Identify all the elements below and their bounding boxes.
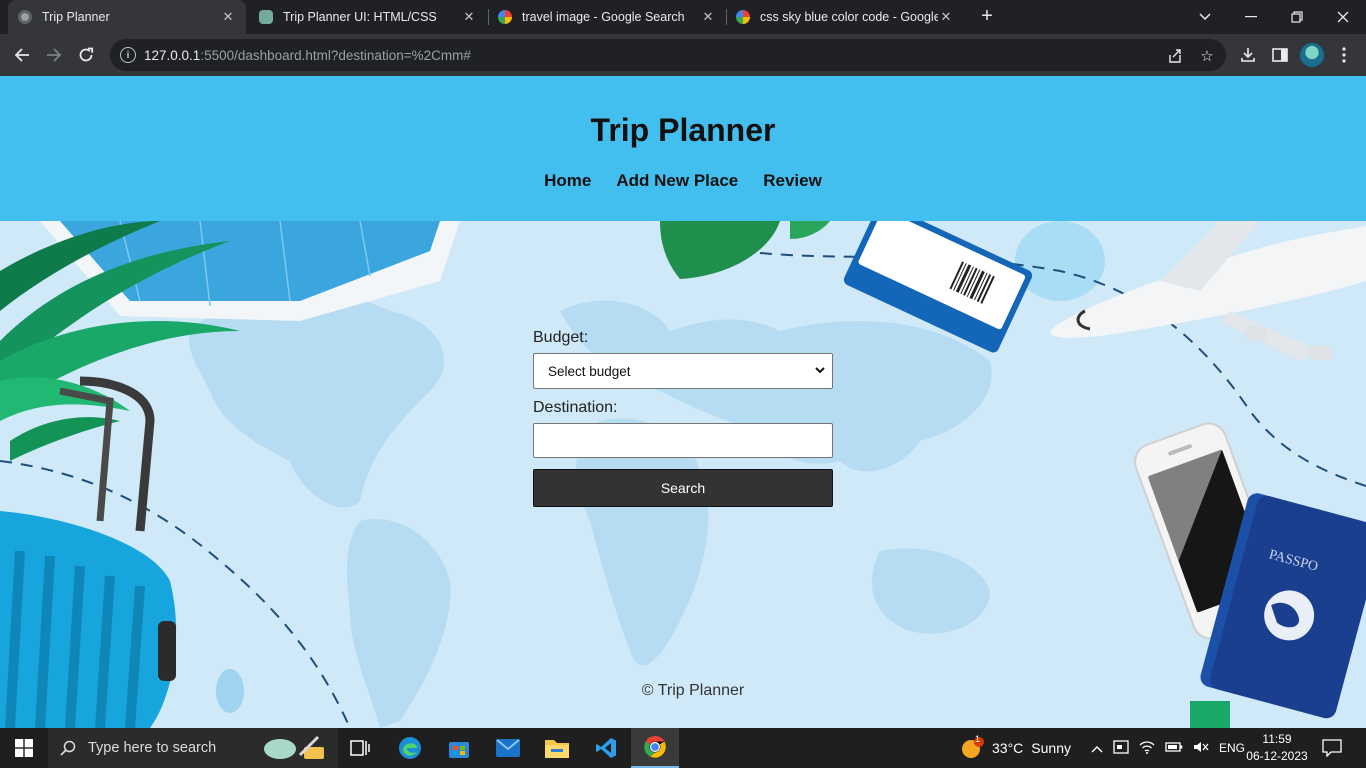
taskbar-search-box[interactable]: Type here to search	[48, 728, 338, 768]
close-tab-icon[interactable]: ✕	[461, 9, 477, 25]
meet-now-icon[interactable]	[1113, 739, 1129, 757]
bookmark-star-icon[interactable]: ☆	[1198, 47, 1216, 65]
profile-avatar[interactable]	[1300, 43, 1324, 67]
google-icon	[498, 10, 512, 24]
chevron-down-icon	[815, 367, 825, 374]
language-indicator[interactable]: ENG	[1219, 741, 1245, 755]
google-icon	[736, 10, 750, 24]
nav-home[interactable]: Home	[544, 171, 591, 191]
side-panel-icon[interactable]	[1269, 44, 1291, 66]
tab-title: css sky blue color code - Google	[760, 10, 938, 24]
url-host: 127.0.0.1	[144, 47, 201, 63]
mail-icon[interactable]	[484, 728, 532, 768]
budget-select-value: Select budget	[548, 363, 631, 379]
url-path: :5500/dashboard.html?destination=%2Cmm#	[200, 47, 471, 63]
microsoft-store-icon[interactable]	[435, 728, 483, 768]
windows-start-button[interactable]	[0, 728, 48, 768]
vscode-icon[interactable]	[582, 728, 630, 768]
close-window-button[interactable]	[1320, 0, 1366, 34]
nav-add-new-place[interactable]: Add New Place	[616, 171, 738, 191]
tab-trip-planner[interactable]: Trip Planner ✕	[8, 0, 246, 34]
destination-input[interactable]	[533, 423, 833, 458]
site-header: Trip Planner Home Add New Place Review	[0, 76, 1366, 221]
new-tab-button[interactable]: +	[976, 6, 998, 28]
close-tab-icon[interactable]: ✕	[700, 9, 716, 25]
web-page: Trip Planner Home Add New Place Review P…	[0, 76, 1366, 728]
battery-icon[interactable]	[1165, 740, 1183, 756]
nav-review[interactable]: Review	[763, 171, 822, 191]
address-bar[interactable]: i 127.0.0.1 :5500/dashboard.html?destina…	[110, 39, 1226, 71]
share-icon[interactable]	[1166, 47, 1184, 65]
volume-muted-icon[interactable]	[1193, 740, 1209, 757]
clock-date: 06-12-2023	[1246, 749, 1308, 763]
restore-button[interactable]	[1274, 0, 1320, 34]
tab-title: Trip Planner	[42, 10, 110, 24]
file-explorer-icon[interactable]	[533, 728, 581, 768]
back-button[interactable]	[11, 44, 33, 66]
hero-section: PASSPO Budget: Select budget Destination…	[0, 221, 1366, 728]
tab-title: Trip Planner UI: HTML/CSS	[283, 10, 437, 24]
weather-widget[interactable]: 1 33°C Sunny	[960, 728, 1071, 768]
chevron-up-icon[interactable]	[1091, 740, 1103, 756]
search-button[interactable]: Search	[533, 469, 833, 507]
tab-title: travel image - Google Search	[522, 10, 685, 24]
forward-button[interactable]	[43, 44, 65, 66]
tab-css-sky-blue[interactable]: css sky blue color code - Google ✕	[726, 0, 964, 34]
wifi-icon[interactable]	[1139, 740, 1155, 757]
weather-badge: 1	[975, 734, 981, 744]
search-icon	[60, 740, 76, 756]
site-footer: © Trip Planner	[641, 682, 745, 699]
clock-time: 11:59	[1262, 732, 1292, 746]
budget-label: Budget:	[533, 329, 589, 346]
destination-label: Destination:	[533, 399, 618, 416]
search-highlight-icon	[264, 735, 324, 759]
main-nav: Home Add New Place Review	[0, 171, 1366, 191]
close-tab-icon[interactable]: ✕	[220, 9, 236, 25]
tab-search-chevron-icon[interactable]	[1182, 0, 1228, 34]
budget-select[interactable]: Select budget	[533, 353, 833, 389]
chatgpt-icon	[259, 10, 273, 24]
globe-icon	[18, 10, 32, 24]
windows-logo-icon	[15, 739, 33, 757]
chrome-icon[interactable]	[631, 728, 679, 768]
system-clock[interactable]: 11:59 06-12-2023	[1245, 731, 1309, 765]
tab-travel-image-search[interactable]: travel image - Google Search ✕	[488, 0, 726, 34]
browser-toolbar: i 127.0.0.1 :5500/dashboard.html?destina…	[0, 34, 1366, 76]
weather-temperature: 33°C	[992, 740, 1024, 756]
menu-kebab-icon[interactable]	[1333, 44, 1355, 66]
task-view-icon[interactable]	[336, 728, 384, 768]
notification-center-icon[interactable]	[1322, 728, 1342, 768]
edge-icon[interactable]	[386, 728, 434, 768]
search-form: Budget: Select budget Destination: Searc…	[533, 329, 833, 507]
tab-trip-planner-ui[interactable]: Trip Planner UI: HTML/CSS ✕	[249, 0, 487, 34]
minimize-button[interactable]	[1228, 0, 1274, 34]
info-icon[interactable]: i	[120, 47, 136, 63]
close-tab-icon[interactable]: ✕	[938, 9, 954, 25]
sun-icon	[962, 737, 984, 758]
download-icon[interactable]	[1237, 44, 1259, 66]
system-tray: ENG	[1091, 728, 1245, 768]
windows-taskbar: Type here to search 1 33°C Sunny ENG 11:…	[0, 728, 1366, 768]
taskbar-search-placeholder: Type here to search	[88, 740, 217, 756]
site-title: Trip Planner	[590, 112, 776, 148]
weather-condition: Sunny	[1031, 740, 1071, 756]
reload-button[interactable]	[75, 44, 97, 66]
browser-tab-strip: Trip Planner ✕ Trip Planner UI: HTML/CSS…	[0, 0, 1366, 34]
